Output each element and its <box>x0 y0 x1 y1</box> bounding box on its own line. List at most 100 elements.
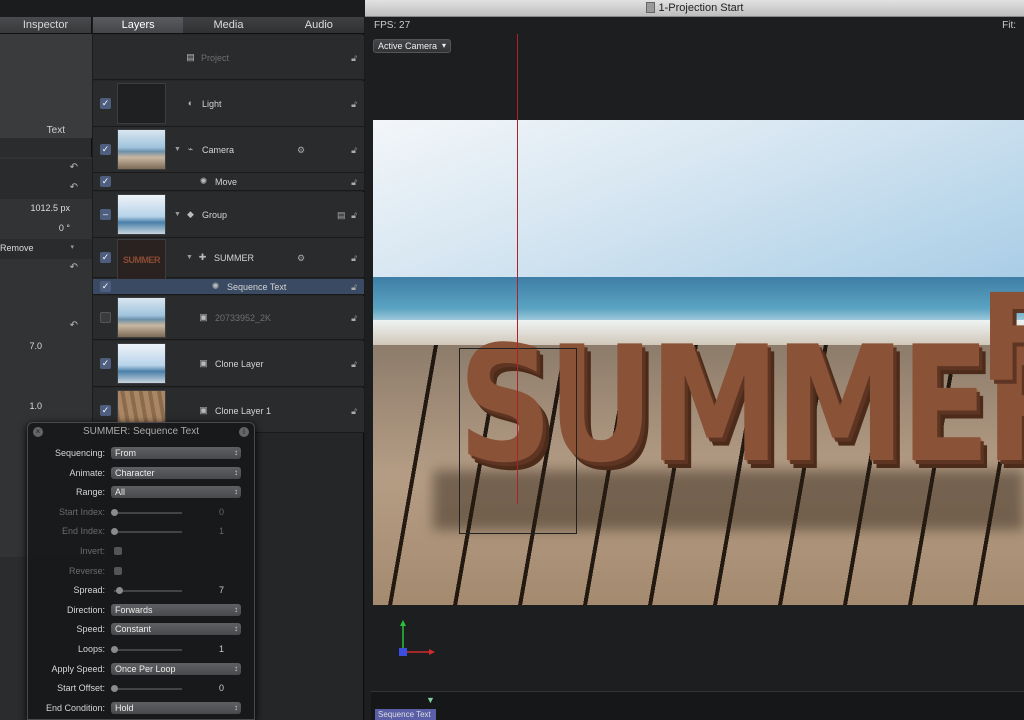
layer-name[interactable]: Camera <box>202 145 234 155</box>
lock-icon[interactable]: 🔓︎ <box>351 177 357 188</box>
lock-icon[interactable]: 🔓︎ <box>351 53 357 64</box>
lock-icon[interactable]: 🔓︎ <box>351 99 357 110</box>
layer-row-move[interactable]: ✓ ✺ Move 🔓︎ <box>93 173 364 191</box>
hud-slider-value[interactable]: 0 <box>188 507 224 517</box>
layer-row-summer[interactable]: ✓ SUMMER ▼ ✚ SUMMER ⚙ 🔓︎ <box>93 238 364 280</box>
disclosure-triangle-icon[interactable]: ▼ <box>174 146 181 153</box>
rear-3d-text[interactable]: F <box>979 280 1024 400</box>
hud-checkbox[interactable] <box>114 547 122 555</box>
layer-row-sequence-text[interactable]: ✓ ✺ Sequence Text 🔓︎ <box>93 279 364 295</box>
layer-row-light[interactable]: ✓ ◐ Light 🔓︎ <box>93 81 364 127</box>
lock-icon[interactable]: 🔓︎ <box>351 313 357 324</box>
slider-knob[interactable] <box>111 685 118 693</box>
hud-popup-menu[interactable]: Constant <box>111 623 241 636</box>
disclosure-triangle-icon[interactable]: ▼ <box>174 211 181 218</box>
inspector-row[interactable]: ↶ <box>0 159 92 179</box>
x-axis-arrow[interactable] <box>429 649 435 655</box>
hud-slider[interactable] <box>114 587 182 595</box>
layer-name[interactable]: Sequence Text <box>227 282 286 292</box>
hud-popup-menu[interactable]: All <box>111 486 241 499</box>
selection-bounding-box[interactable] <box>459 348 577 534</box>
layer-row-group[interactable]: – ▼ ◆ Group ▤ 🔓︎ <box>93 192 364 238</box>
inspector-row-value[interactable]: 7.0 <box>29 341 42 351</box>
inspector-row-value[interactable]: 1.0 <box>29 401 42 411</box>
hud-slider[interactable] <box>111 508 182 516</box>
hud-popup-menu[interactable]: Hold <box>111 701 241 714</box>
slider-knob[interactable] <box>111 528 118 536</box>
hud-popup-menu[interactable]: From <box>111 447 241 459</box>
inspector-row-value[interactable]: 0 ° <box>59 223 70 233</box>
layer-visibility-checkbox[interactable]: ✓ <box>100 98 111 109</box>
inspector-header[interactable]: Inspector <box>0 17 91 34</box>
inspector-row[interactable]: 1012.5 px <box>0 199 92 219</box>
tab-media[interactable]: Media <box>183 17 273 33</box>
timeline-clip[interactable]: Sequence Text <box>375 709 436 720</box>
inspector-row-value[interactable]: Remove <box>0 243 34 253</box>
hud-popup-menu[interactable]: Forwards <box>111 603 241 616</box>
layer-name[interactable]: Group <box>202 210 227 220</box>
inspector-row[interactable]: ↶ <box>0 317 92 337</box>
fit-zoom-menu[interactable]: Fit: <box>1002 20 1016 31</box>
hud-slider-value[interactable]: 0 <box>188 683 224 693</box>
tab-audio[interactable]: Audio <box>274 17 364 33</box>
z-axis-handle[interactable] <box>399 648 407 656</box>
hud-slider-value[interactable]: 7 <box>188 585 224 595</box>
layer-visibility-checkbox[interactable]: ✓ <box>100 144 111 155</box>
layer-visibility-checkbox[interactable]: ✓ <box>100 358 111 369</box>
axis-gizmo[interactable] <box>389 618 439 658</box>
playhead-icon[interactable]: ▼ <box>426 695 435 705</box>
gear-icon[interactable]: ⚙ <box>297 145 305 156</box>
inspector-row[interactable]: ↶ <box>0 179 92 199</box>
lock-icon[interactable]: 🔓︎ <box>351 359 357 370</box>
lock-icon[interactable]: 🔓︎ <box>351 406 357 417</box>
inspector-row[interactable]: 1.0 <box>0 397 92 417</box>
hud-slider-value[interactable]: 1 <box>188 526 224 536</box>
layer-row-20733952-2k[interactable]: ▣ 20733952_2K 🔓︎ <box>93 296 364 340</box>
layer-row-clone-layer[interactable]: ✓ ▣ Clone Layer 🔓︎ <box>93 341 364 387</box>
slider-knob[interactable] <box>115 587 123 595</box>
layer-visibility-checkbox[interactable]: ✓ <box>100 281 111 292</box>
layer-row-camera[interactable]: ✓ ▼ ⌁ Camera ⚙ 🔓︎ <box>93 127 364 173</box>
canvas-viewport[interactable]: SUMMER F <box>373 120 1024 605</box>
inspector-row[interactable]: 0 ° <box>0 219 92 239</box>
inspector-row[interactable]: Remove ▾ <box>0 239 92 259</box>
slider-knob[interactable] <box>111 646 118 653</box>
tab-text[interactable]: Text <box>47 125 65 136</box>
layer-mask-icon[interactable]: ▤ <box>337 210 346 221</box>
inspector-row-value[interactable]: 1012.5 px <box>30 203 70 213</box>
project-row[interactable]: ▤ Project 🔓︎ <box>93 35 364 80</box>
lock-icon[interactable]: 🔓︎ <box>351 282 357 293</box>
gear-icon[interactable]: ⚙ <box>297 253 305 264</box>
hud-slider[interactable] <box>111 685 182 693</box>
lock-icon[interactable]: 🔓︎ <box>351 253 357 264</box>
hud-slider-value[interactable]: 1 <box>188 644 224 654</box>
slider-knob[interactable] <box>111 508 118 516</box>
y-axis-arrow[interactable] <box>400 620 406 626</box>
hud-slider[interactable] <box>111 646 182 653</box>
layer-name[interactable]: SUMMER <box>214 253 254 263</box>
layer-name[interactable]: 20733952_2K <box>215 313 271 323</box>
layer-name[interactable]: Clone Layer 1 <box>215 406 271 416</box>
revert-icon[interactable]: ↶ <box>70 162 78 173</box>
revert-icon[interactable]: ↶ <box>70 262 78 273</box>
layer-visibility-checkbox[interactable]: ✓ <box>100 405 111 416</box>
info-icon[interactable]: i <box>239 427 249 437</box>
hud-slider[interactable] <box>111 528 182 536</box>
revert-icon[interactable]: ↶ <box>70 182 78 193</box>
tab-layers[interactable]: Layers <box>93 17 184 33</box>
hud-checkbox[interactable] <box>114 566 122 575</box>
layer-visibility-checkbox[interactable] <box>100 312 111 323</box>
active-camera-menu[interactable]: Active Camera <box>373 39 451 53</box>
layer-name[interactable]: Clone Layer <box>215 359 264 369</box>
revert-icon[interactable]: ↶ <box>70 320 78 331</box>
inspector-row[interactable]: 7.0 <box>0 337 92 357</box>
layer-name[interactable]: Move <box>215 177 237 187</box>
lock-icon[interactable]: 🔓︎ <box>351 145 357 156</box>
mini-timeline[interactable]: ▼ Sequence Text <box>371 691 1024 720</box>
hud-popup-menu[interactable]: Character <box>111 466 241 479</box>
hud-popup-menu[interactable]: Once Per Loop <box>111 662 241 675</box>
lock-icon[interactable]: 🔓︎ <box>351 210 357 221</box>
layer-name[interactable]: Light <box>202 99 222 109</box>
layer-visibility-checkbox[interactable]: ✓ <box>100 252 111 263</box>
layer-visibility-checkbox[interactable]: ✓ <box>100 176 111 187</box>
